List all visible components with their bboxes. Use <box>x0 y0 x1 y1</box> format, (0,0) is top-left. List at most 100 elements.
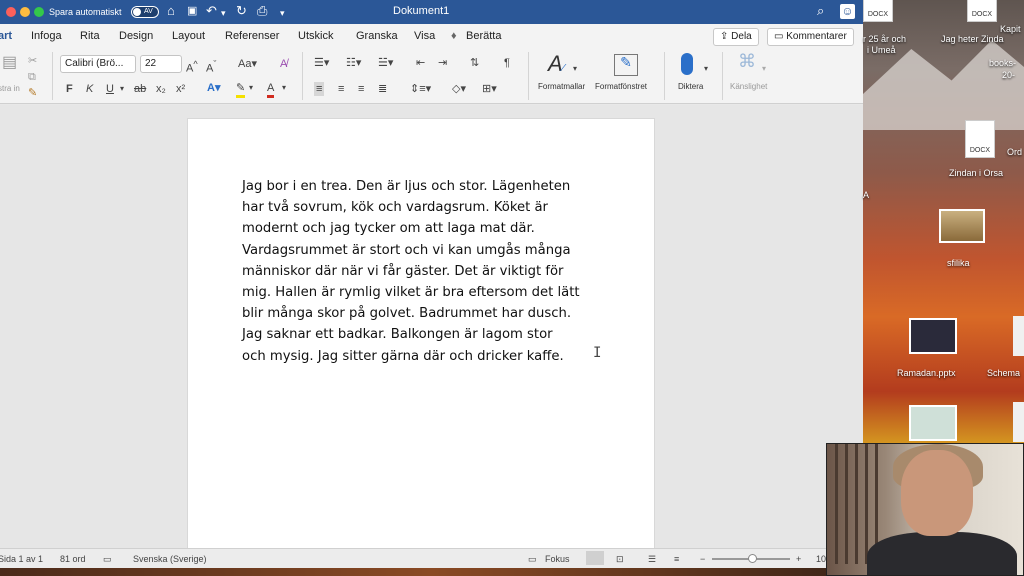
shading-icon[interactable]: ◇▾ <box>452 82 466 96</box>
outline-view-icon[interactable]: ☰ <box>648 554 656 565</box>
tab-home[interactable]: art <box>0 30 12 42</box>
line-spacing-icon[interactable]: ⇕≡▾ <box>410 82 431 96</box>
zoom-slider-knob[interactable] <box>748 554 757 563</box>
styles-dropdown-icon[interactable]: ▾ <box>573 62 577 76</box>
change-case-icon[interactable]: Aa▾ <box>238 57 257 71</box>
file-icon-partial[interactable] <box>1013 316 1024 356</box>
print-icon[interactable]: ⎙ <box>257 4 267 18</box>
zoom-level[interactable]: 10 <box>816 554 826 564</box>
align-right-icon[interactable]: ≡ <box>358 82 364 96</box>
underline-icon[interactable]: U <box>106 82 114 96</box>
strikethrough-icon[interactable]: ab <box>134 82 146 96</box>
tab-review[interactable]: Granska <box>356 30 398 42</box>
image-file-icon[interactable] <box>909 405 957 441</box>
focus-label[interactable]: Fokus <box>545 554 570 564</box>
customize-toolbar-icon[interactable]: ▾ <box>280 6 285 20</box>
desktop-file-label[interactable]: Zindan i Orsa <box>949 168 1003 178</box>
tab-tell-me[interactable]: Berätta <box>466 30 501 42</box>
underline-dropdown-icon[interactable]: ▾ <box>120 82 124 96</box>
image-file-icon[interactable] <box>939 209 985 243</box>
document-canvas[interactable]: Jag bor i en trea. Den är ljus och stor.… <box>0 105 863 558</box>
dictate-dropdown-icon[interactable]: ▾ <box>704 62 708 76</box>
desktop-file-label[interactable]: books- <box>989 58 1016 68</box>
share-button[interactable]: ⇪ Dela <box>713 28 759 46</box>
tab-mailings[interactable]: Utskick <box>298 30 333 42</box>
styles-icon[interactable]: A⁄ <box>548 52 564 81</box>
increase-indent-icon[interactable]: ⇥ <box>438 56 447 70</box>
font-color-dropdown-icon[interactable]: ▾ <box>282 81 286 95</box>
desktop-file-label[interactable]: Ramadan.pptx <box>897 368 956 378</box>
web-layout-icon[interactable]: ⊡ <box>616 554 624 565</box>
zoom-window-button[interactable] <box>34 7 44 17</box>
search-icon[interactable]: ⌕ <box>817 4 824 18</box>
proofing-icon[interactable]: ▭ <box>103 554 112 565</box>
close-window-button[interactable] <box>6 7 16 17</box>
font-name-select[interactable]: Calibri (Brö... <box>60 55 136 73</box>
docx-file-icon[interactable]: DOCX <box>965 120 995 158</box>
redo-icon[interactable]: ↻ <box>236 4 247 18</box>
docx-file-icon[interactable]: DOCX <box>863 0 893 22</box>
multilevel-list-icon[interactable]: ☱▾ <box>378 56 393 70</box>
sensitivity-icon[interactable]: ⌘ <box>738 52 756 70</box>
format-painter-icon[interactable]: ✎ <box>28 86 37 100</box>
font-color-icon[interactable]: A <box>267 81 275 98</box>
tab-references[interactable]: Referenser <box>225 30 279 42</box>
text-effects-icon[interactable]: A▾ <box>207 81 220 95</box>
word-count[interactable]: 81 ord <box>60 554 86 564</box>
account-icon[interactable]: ☺ <box>840 4 855 19</box>
cut-icon[interactable]: ✂ <box>28 54 37 68</box>
tab-draw[interactable]: Rita <box>80 30 100 42</box>
body-paragraph[interactable]: Jag bor i en trea. Den är ljus och stor.… <box>242 176 612 367</box>
highlight-icon[interactable]: ✎ <box>236 81 246 98</box>
align-left-icon[interactable]: ≡ <box>314 82 325 96</box>
shrink-font-icon[interactable]: Aˇ <box>206 57 216 76</box>
save-icon[interactable]: ▣ <box>187 4 197 18</box>
desktop-file-label[interactable]: sfilika <box>947 258 970 268</box>
sort-icon[interactable]: ⇅ <box>470 56 479 70</box>
bullets-icon[interactable]: ☰▾ <box>314 56 329 70</box>
decrease-indent-icon[interactable]: ⇤ <box>416 56 425 70</box>
justify-icon[interactable]: ≣ <box>378 82 387 96</box>
home-icon[interactable]: ⌂ <box>167 4 175 18</box>
styles-pane-icon[interactable]: ✎ <box>614 54 638 76</box>
zoom-in-icon[interactable]: + <box>796 554 801 564</box>
italic-icon[interactable]: K <box>86 82 93 96</box>
file-icon-partial[interactable] <box>1013 402 1024 442</box>
tab-view[interactable]: Visa <box>414 30 435 42</box>
focus-icon[interactable]: ▭ <box>528 554 537 565</box>
desktop-file-label[interactable]: Schema <box>987 368 1020 378</box>
copy-icon[interactable]: ⧉ <box>28 70 36 84</box>
minimize-window-button[interactable] <box>20 7 30 17</box>
desktop-file-label[interactable]: i Umeå <box>867 45 896 55</box>
zoom-out-icon[interactable]: − <box>700 554 705 564</box>
print-layout-icon[interactable] <box>586 551 604 565</box>
clear-formatting-icon[interactable]: A̸ <box>280 57 287 71</box>
comments-button[interactable]: ▭ Kommentarer <box>767 28 854 46</box>
desktop-file-label[interactable]: Jag heter Zinda <box>941 34 1004 44</box>
autosave-toggle[interactable]: AV <box>131 6 159 18</box>
microphone-icon[interactable] <box>681 53 693 75</box>
align-center-icon[interactable]: ≡ <box>338 82 344 96</box>
borders-icon[interactable]: ⊞▾ <box>482 82 497 96</box>
zoom-slider[interactable] <box>712 554 790 563</box>
document-page[interactable]: Jag bor i en trea. Den är ljus och stor.… <box>187 118 655 558</box>
tab-design[interactable]: Design <box>119 30 153 42</box>
desktop-file-label[interactable]: 20- <box>1002 70 1015 80</box>
pptx-file-icon[interactable] <box>909 318 957 354</box>
grow-font-icon[interactable]: A^ <box>186 57 198 76</box>
language[interactable]: Svenska (Sverige) <box>133 554 207 564</box>
tab-layout[interactable]: Layout <box>172 30 205 42</box>
superscript-icon[interactable]: x² <box>176 82 185 96</box>
show-formatting-icon[interactable]: ¶ <box>504 56 510 70</box>
desktop-file-label[interactable]: Kapit <box>1000 24 1021 34</box>
docx-file-icon[interactable]: DOCX <box>967 0 997 22</box>
draft-view-icon[interactable]: ≡ <box>674 554 679 564</box>
undo-dropdown-icon[interactable]: ▾ <box>221 6 226 20</box>
tab-insert[interactable]: Infoga <box>31 30 62 42</box>
numbering-icon[interactable]: ☷▾ <box>346 56 361 70</box>
bold-icon[interactable]: F <box>66 82 73 96</box>
desktop-file-label[interactable]: r 25 år och <box>863 34 906 44</box>
subscript-icon[interactable]: x₂ <box>156 82 166 96</box>
paste-icon[interactable]: ▤ <box>2 55 17 71</box>
sensitivity-dropdown-icon[interactable]: ▾ <box>762 62 766 76</box>
